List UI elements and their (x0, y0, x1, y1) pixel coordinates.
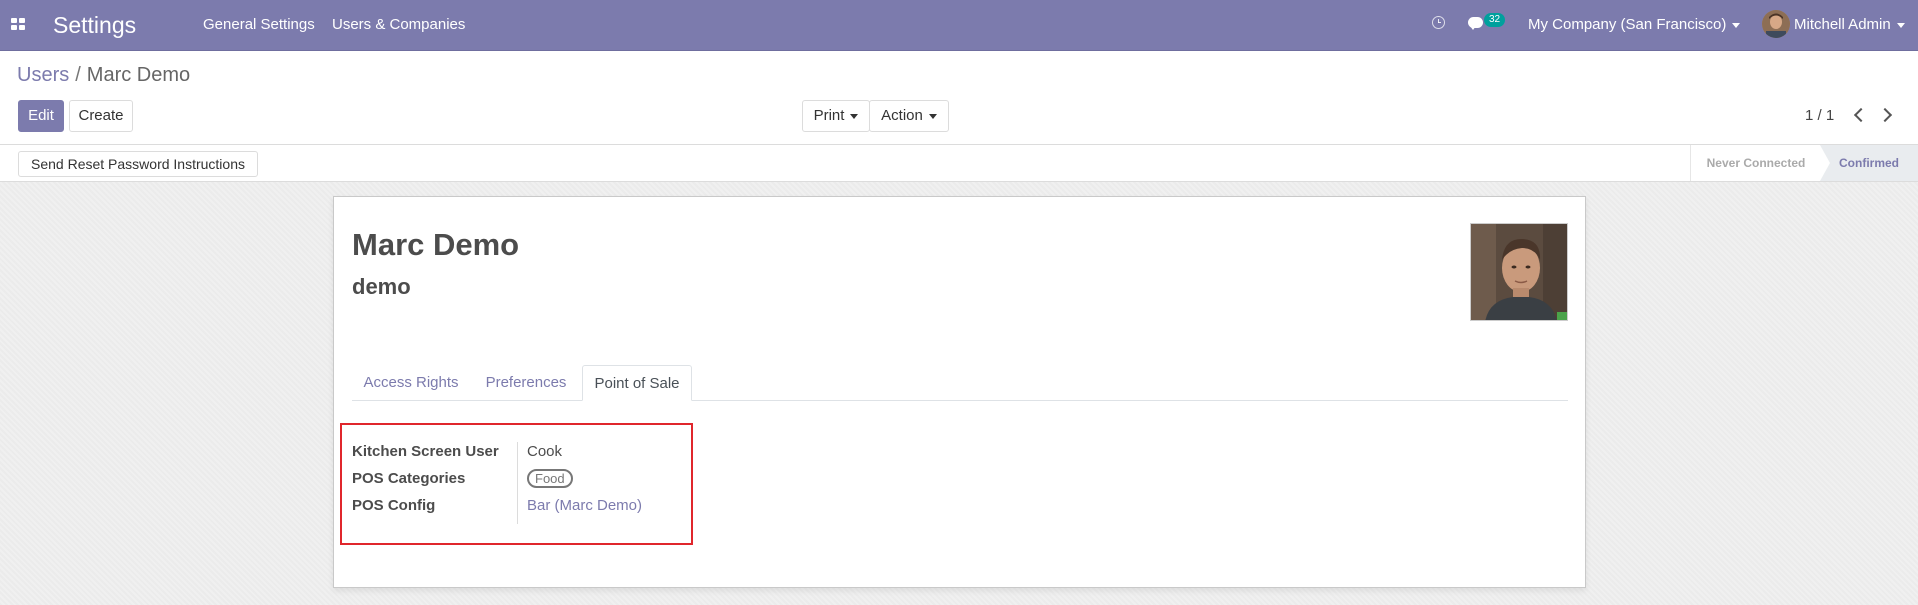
breadcrumb-current: Marc Demo (86, 64, 191, 86)
form-sheet: Marc Demo demo Access Rights Preferences… (333, 196, 1586, 588)
print-dropdown[interactable]: Print (802, 100, 870, 132)
user-photo[interactable] (1470, 223, 1568, 321)
pos-config-label: POS Config (352, 497, 436, 514)
user-login: demo (352, 274, 411, 299)
pager-value[interactable]: 1 / 1 (1805, 107, 1834, 124)
tab-point-of-sale[interactable]: Point of Sale (582, 365, 692, 401)
company-switcher[interactable]: My Company (San Francisco) (1528, 16, 1741, 33)
user-avatar[interactable] (1762, 10, 1790, 38)
pos-categories-label: POS Categories (352, 470, 466, 487)
chevron-down-icon (1732, 22, 1741, 28)
stage-never-connected: Never Connected (1690, 145, 1821, 181)
activity-clock-icon[interactable] (1432, 16, 1445, 29)
pager-next-icon[interactable] (1877, 107, 1893, 123)
pager-previous-icon[interactable] (1853, 107, 1869, 123)
create-button[interactable]: Create (69, 100, 133, 132)
action-label: Action (881, 107, 923, 124)
pos-categories-field[interactable]: Food (527, 469, 573, 488)
company-name: My Company (San Francisco) (1528, 16, 1727, 33)
message-count-badge: 32 (1484, 13, 1506, 27)
action-dropdown[interactable]: Action (869, 100, 949, 132)
user-menu[interactable]: Mitchell Admin (1794, 16, 1905, 33)
top-navbar: Settings General Settings Users & Compan… (0, 0, 1918, 51)
tab-preferences[interactable]: Preferences (470, 365, 582, 400)
kitchen-screen-user-value[interactable]: Cook (527, 443, 562, 460)
stage-confirmed: Confirmed (1820, 145, 1918, 181)
chevron-down-icon (1896, 22, 1905, 28)
apps-menu-icon[interactable] (11, 18, 25, 30)
user-name-title: Marc Demo (352, 227, 520, 262)
pos-config-link[interactable]: Bar (Marc Demo) (527, 497, 642, 514)
chevron-down-icon (928, 113, 937, 119)
breadcrumb-users-link[interactable]: Users (17, 64, 69, 86)
breadcrumb: Users / Marc Demo (17, 64, 190, 87)
kitchen-screen-user-label: Kitchen Screen User (352, 443, 499, 460)
menu-users-companies[interactable]: Users & Companies (332, 16, 465, 33)
form-view-background: Marc Demo demo Access Rights Preferences… (0, 182, 1918, 605)
chevron-down-icon (850, 113, 859, 119)
print-label: Print (813, 107, 845, 124)
form-statusbar: Send Reset Password Instructions Never C… (0, 144, 1918, 182)
pos-category-tag[interactable]: Food (527, 469, 573, 488)
field-divider (517, 442, 518, 524)
breadcrumb-separator: / (75, 64, 81, 86)
form-notebook-tabs: Access Rights Preferences Point of Sale (352, 365, 1568, 401)
messaging-chat-icon[interactable] (1468, 17, 1483, 30)
send-reset-password-button[interactable]: Send Reset Password Instructions (18, 151, 258, 177)
tab-access-rights[interactable]: Access Rights (352, 365, 470, 400)
app-title[interactable]: Settings (53, 12, 136, 39)
menu-general-settings[interactable]: General Settings (203, 16, 315, 33)
edit-button[interactable]: Edit (18, 100, 64, 132)
user-name: Mitchell Admin (1794, 16, 1891, 33)
